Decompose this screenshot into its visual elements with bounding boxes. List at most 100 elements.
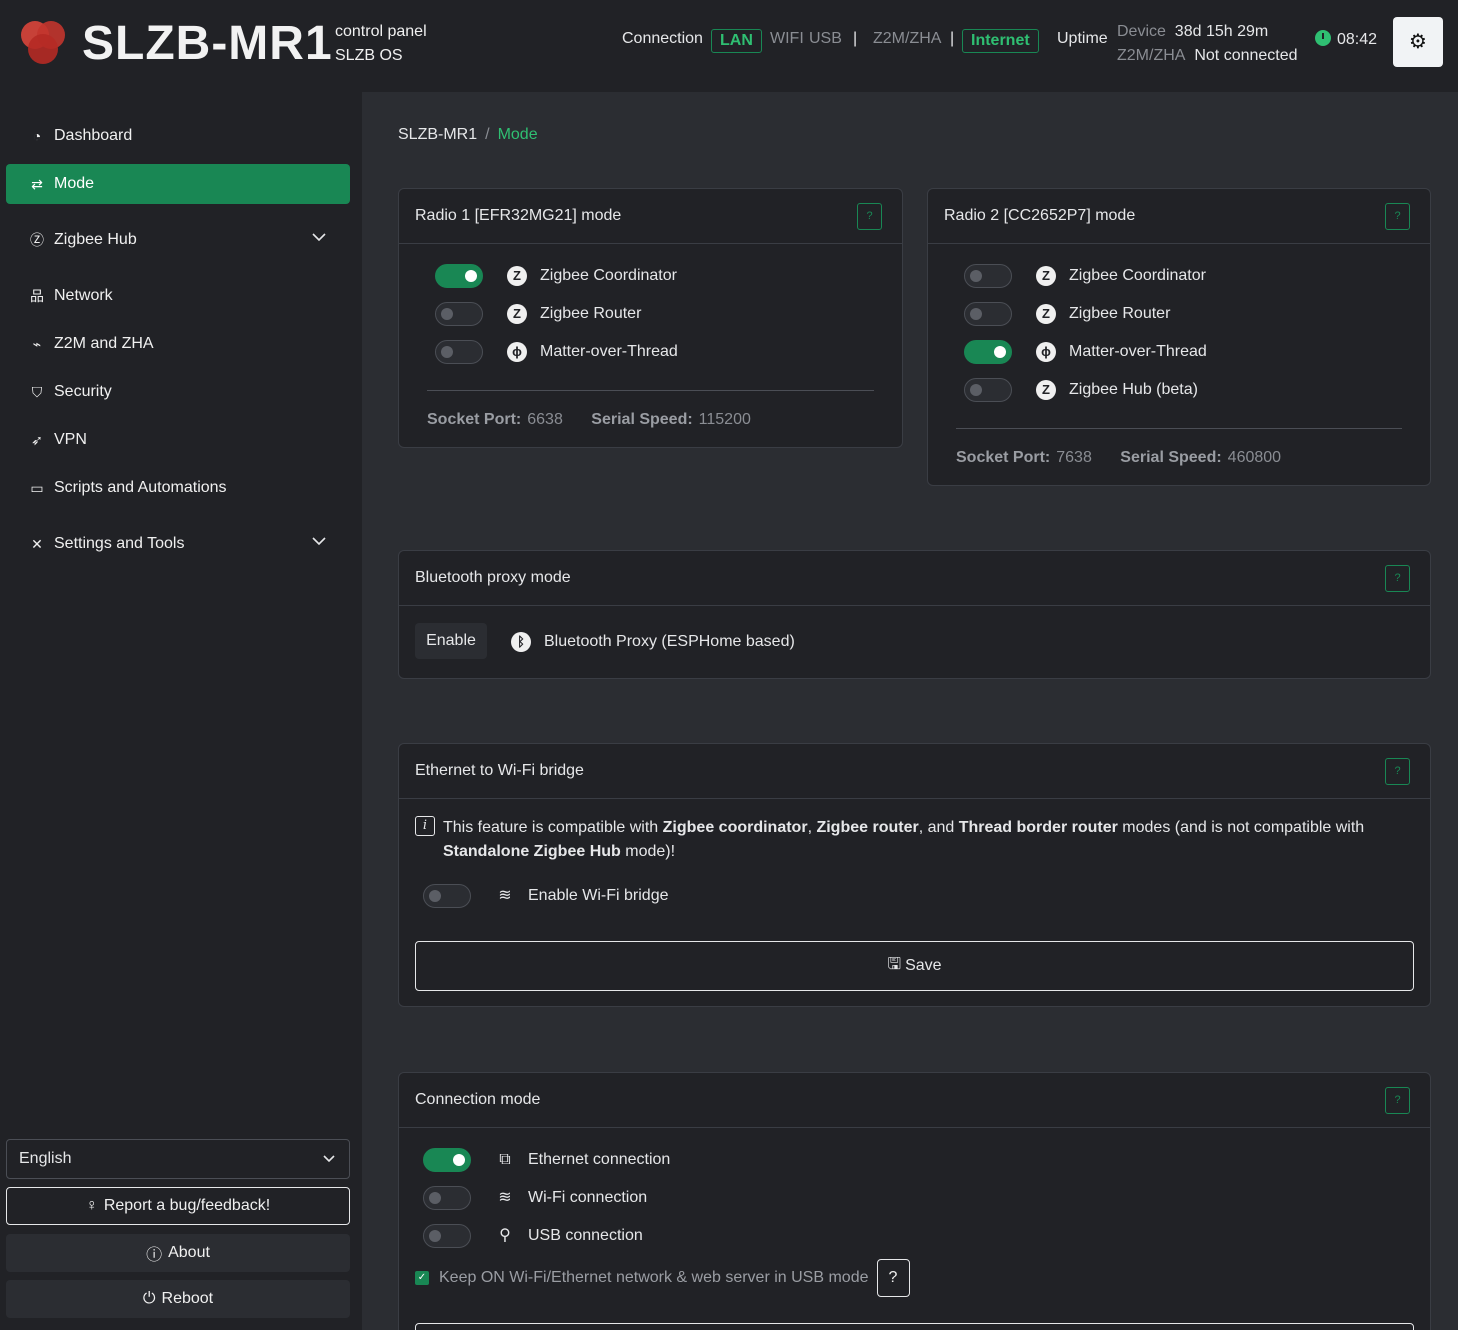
note-bold: Zigbee router (816, 819, 919, 836)
radio2-option-router[interactable]: Z Zigbee Router (964, 301, 1170, 327)
usb-status: USB (809, 30, 842, 47)
terminal-icon: ▭ (30, 479, 44, 496)
toggle-switch[interactable] (964, 340, 1012, 364)
sidebar-item-label: Network (54, 287, 113, 304)
toggle-switch[interactable] (435, 264, 483, 288)
card-header: Bluetooth proxy mode ? (399, 551, 1430, 606)
note-bold: Standalone Zigbee Hub (443, 843, 621, 860)
toggle-switch[interactable] (423, 1224, 471, 1248)
gear-icon: ⚙ (1409, 31, 1427, 53)
radio2-option-coordinator[interactable]: Z Zigbee Coordinator (964, 263, 1206, 289)
save-button[interactable]: 🖫 Save (415, 941, 1414, 991)
sidebar-item-scripts[interactable]: ▭ Scripts and Automations (6, 468, 350, 508)
ethernet-connection-option[interactable]: ⧉ Ethernet connection (423, 1147, 670, 1173)
card-title: Radio 1 [EFR32MG21] mode (415, 207, 622, 224)
radio2-option-matter[interactable]: ɸ Matter-over-Thread (964, 339, 1207, 365)
info-icon: i (415, 816, 435, 836)
header-separator: | (950, 30, 955, 47)
option-label: Bluetooth Proxy (ESPHome based) (544, 633, 795, 650)
connection-mode-card: Connection mode ? ⧉ Ethernet connection … (398, 1072, 1431, 1330)
wifi-icon: ≋ (498, 887, 512, 904)
socket-port-value: 6638 (527, 411, 563, 428)
lightbulb-icon: ♀ (85, 1197, 98, 1214)
usb-icon: ⚲ (499, 1227, 511, 1244)
help-button[interactable]: ? (1385, 758, 1410, 785)
internet-badge: Internet (962, 29, 1039, 53)
note-text: This feature is compatible with (443, 819, 663, 836)
sidebar-item-settings-tools[interactable]: ✕ Settings and Tools (6, 524, 350, 564)
note-bold: Thread border router (958, 819, 1118, 836)
bluetooth-enable-button[interactable]: Enable (415, 623, 487, 659)
save-label: Save (905, 957, 942, 974)
ethernet-icon: ⧉ (499, 1151, 511, 1168)
toggle-switch[interactable] (964, 378, 1012, 402)
toggle-switch[interactable] (423, 1186, 471, 1210)
sidebar-item-zigbee-hub[interactable]: Ⓩ Zigbee Hub (6, 220, 350, 260)
connection-label: Connection (622, 30, 703, 47)
card-header: Radio 1 [EFR32MG21] mode ? (399, 189, 902, 244)
settings-button[interactable]: ⚙ (1393, 17, 1443, 67)
toggle-switch[interactable] (423, 884, 471, 908)
radio1-option-matter[interactable]: ɸ Matter-over-Thread (435, 339, 678, 365)
about-button[interactable]: ⓘ About (6, 1234, 350, 1272)
clock-time: 08:42 (1337, 31, 1378, 48)
subtitle-os: SLZB OS (335, 47, 403, 64)
note-text: mode)! (620, 843, 676, 860)
option-label: Matter-over-Thread (540, 343, 678, 360)
checkbox[interactable]: ✓ (415, 1271, 429, 1285)
radio2-card: Radio 2 [CC2652P7] mode ? Z Zigbee Coord… (927, 188, 1431, 486)
rocket-icon: ➶ (31, 431, 43, 448)
note-text: , and (918, 819, 959, 836)
breadcrumb-root[interactable]: SLZB-MR1 (398, 126, 477, 143)
option-label: Zigbee Router (540, 305, 642, 322)
report-bug-label: Report a bug/feedback! (103, 1197, 271, 1214)
zigbee-icon: Z (1036, 380, 1056, 400)
z2m-connection-status: Not connected (1194, 47, 1298, 64)
sidebar-item-security[interactable]: ⛉ Security (6, 372, 350, 412)
help-button[interactable]: ? (1385, 1087, 1410, 1114)
radio2-option-zigbee-hub[interactable]: Z Zigbee Hub (beta) (964, 377, 1198, 403)
card-title: Connection mode (415, 1091, 541, 1108)
sidebar-item-mode[interactable]: ⇄ Mode (6, 164, 350, 204)
checkbox-label: Keep ON Wi-Fi/Ethernet network & web ser… (439, 1269, 869, 1286)
toggle-switch[interactable] (435, 340, 483, 364)
radio1-option-coordinator[interactable]: Z Zigbee Coordinator (435, 263, 677, 289)
reboot-button[interactable]: ⏻ Reboot (6, 1280, 350, 1318)
sidebar-item-network[interactable]: 品 Network (6, 276, 350, 316)
radio1-meta: Socket Port: 6638 Serial Speed: 115200 (427, 411, 751, 429)
breadcrumb: SLZB-MR1 / Mode (398, 126, 538, 144)
zigbee-icon: Z (507, 304, 527, 324)
help-button[interactable]: ? (876, 1259, 910, 1297)
card-header: Connection mode ? (399, 1073, 1430, 1128)
usb-connection-option[interactable]: ⚲ USB connection (423, 1223, 643, 1249)
toggle-switch[interactable] (964, 302, 1012, 326)
zigbee-icon: Ⓩ (30, 232, 44, 248)
sidebar-item-z2m-zha[interactable]: ⌁ Z2M and ZHA (6, 324, 350, 364)
language-select[interactable]: English (6, 1139, 350, 1179)
sidebar-item-label: VPN (54, 431, 87, 448)
radio1-option-router[interactable]: Z Zigbee Router (435, 301, 641, 327)
report-bug-button[interactable]: ♀ Report a bug/feedback! (6, 1187, 350, 1225)
socket-port-value: 7638 (1056, 449, 1092, 466)
toggle-switch[interactable] (423, 1148, 471, 1172)
divider (427, 390, 874, 391)
help-button[interactable]: ? (1385, 565, 1410, 592)
keep-on-checkbox-row[interactable]: ✓ Keep ON Wi-Fi/Ethernet network & web s… (415, 1259, 910, 1297)
bluetooth-proxy-option: ᛒ Bluetooth Proxy (ESPHome based) (511, 629, 795, 655)
option-label: Ethernet connection (528, 1151, 671, 1168)
help-button[interactable]: ? (857, 203, 882, 230)
wifi-bridge-option[interactable]: ≋ Enable Wi-Fi bridge (423, 883, 669, 909)
reboot-label: Reboot (161, 1290, 214, 1307)
connection-save-button[interactable] (415, 1323, 1414, 1330)
about-label: About (168, 1244, 210, 1261)
wifi-connection-option[interactable]: ≋ Wi-Fi connection (423, 1185, 647, 1211)
toggle-switch[interactable] (435, 302, 483, 326)
brand-subtitle: control panel SLZB OS (335, 20, 427, 68)
logo-icon (21, 21, 65, 64)
help-button[interactable]: ? (1385, 203, 1410, 230)
sidebar-item-vpn[interactable]: ➶ VPN (6, 420, 350, 460)
save-icon: 🖫 (887, 955, 902, 973)
toggle-switch[interactable] (964, 264, 1012, 288)
serial-speed-label: Serial Speed: (591, 411, 693, 428)
sidebar-item-dashboard[interactable]: ◔ Dashboard (6, 116, 350, 156)
